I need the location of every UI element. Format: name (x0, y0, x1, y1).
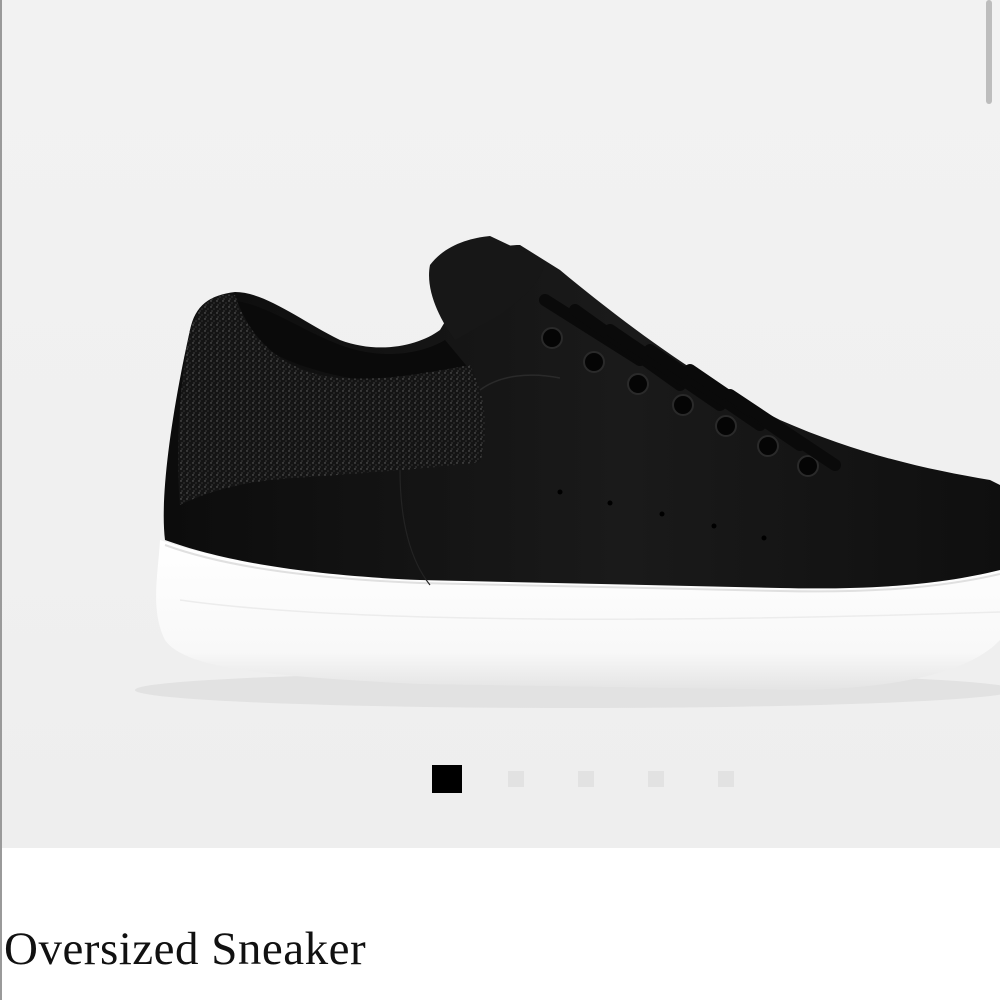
page-scrollbar[interactable] (986, 0, 992, 104)
product-page: Oversized Sneaker (0, 0, 1000, 1000)
slide-dot-4[interactable] (648, 771, 664, 787)
product-title: Oversized Sneaker (4, 923, 367, 975)
slide-dot-1[interactable] (432, 765, 462, 793)
product-image-gallery[interactable] (0, 0, 1000, 848)
slide-dot-2[interactable] (508, 771, 524, 787)
sneaker-image (135, 236, 1000, 708)
page-left-edge (0, 0, 2, 1000)
slide-dot-3[interactable] (578, 771, 594, 787)
slide-dot-5[interactable] (718, 771, 734, 787)
gallery-pagination (432, 765, 734, 793)
